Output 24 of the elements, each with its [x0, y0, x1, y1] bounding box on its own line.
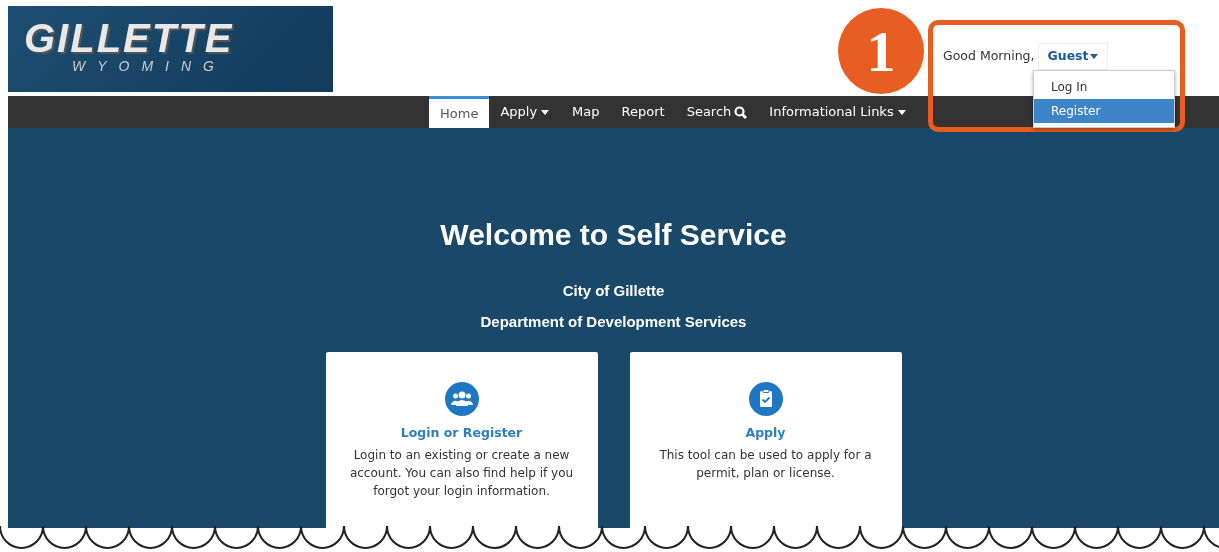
clipboard-icon	[748, 382, 783, 416]
logo-subtitle: WYOMING	[72, 58, 226, 74]
hero-subtitle: Department of Development Services	[480, 313, 747, 330]
dropdown-item[interactable]: Register	[1034, 99, 1174, 123]
nav-link[interactable]: Apply	[489, 96, 562, 128]
caret-icon	[1088, 52, 1099, 61]
nav-link[interactable]: Home	[429, 96, 490, 128]
nav-link[interactable]: Map	[561, 96, 611, 128]
card-title-link[interactable]: Apply	[745, 424, 786, 443]
hero-subtitle: City of Gillette	[562, 282, 665, 299]
nav-link[interactable]: Search	[675, 96, 759, 128]
card-description: This tool can be used to apply for a permit, plan or license.	[658, 446, 873, 482]
card-description: Login to an existing or create a new account. You can also find help if you forgot your login information.	[348, 446, 575, 500]
callout-number: 1	[838, 8, 924, 94]
nav-link[interactable]: Report	[610, 96, 676, 128]
user-menu-button[interactable]: Guest	[1038, 43, 1108, 70]
dropdown-item[interactable]: Log In	[1034, 75, 1174, 99]
people-icon	[444, 382, 479, 416]
logo-title: GILLETTE	[24, 18, 234, 58]
hero-title: Welcome to Self Service	[440, 218, 787, 252]
search-icon	[734, 105, 748, 119]
greeting-text: Good Morning,	[943, 47, 1035, 65]
card-title-link[interactable]: Login or Register	[400, 424, 523, 443]
nav-link[interactable]: Informational Links	[758, 96, 918, 128]
